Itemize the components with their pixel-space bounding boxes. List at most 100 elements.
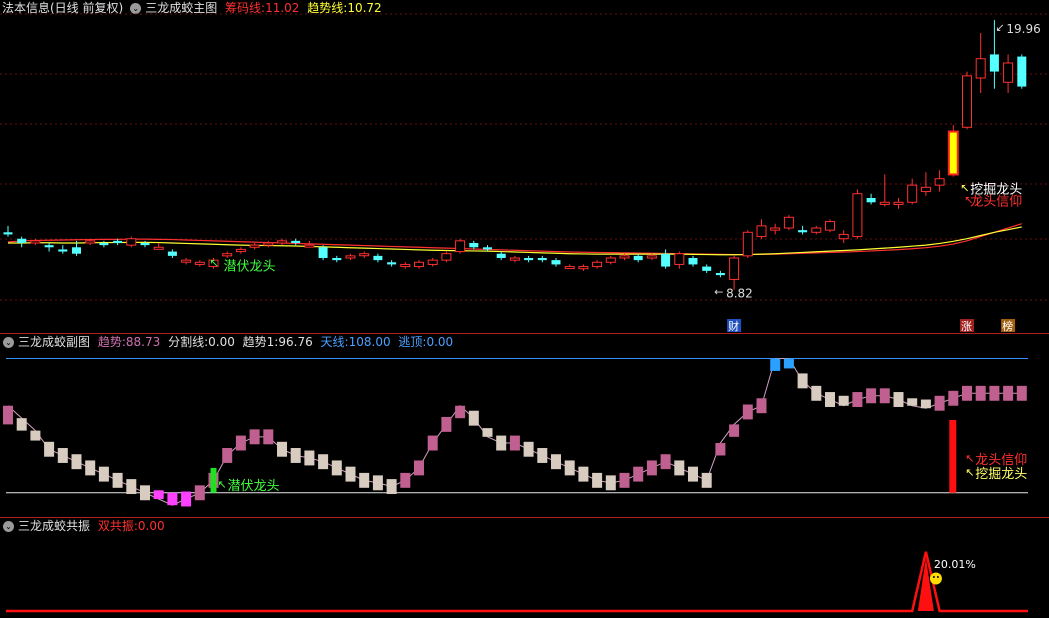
resonance-fill <box>917 557 934 611</box>
trend-bar <box>304 450 315 466</box>
candle-body <box>483 247 492 250</box>
candle-body <box>907 184 918 203</box>
trend-line <box>7 357 1022 506</box>
candle-body <box>304 244 315 248</box>
candle-body <box>194 261 205 265</box>
trend-bar <box>414 460 424 476</box>
candle-body <box>455 240 466 253</box>
candle-body <box>962 75 972 128</box>
candle-body <box>811 227 822 233</box>
sub-header: ⌄ 三龙成蛟副图 趋势:88.73 分割线:0.00 趋势1:96.76 天线:1… <box>0 334 457 350</box>
candle-body <box>646 255 657 259</box>
trend-bar <box>633 466 644 482</box>
candle-body <box>633 255 643 261</box>
sub-divider-label: 分割线: <box>168 335 209 349</box>
trend-bar <box>770 358 781 371</box>
trend-bar <box>427 435 438 451</box>
candle-body <box>879 201 890 205</box>
candle-body <box>496 253 506 258</box>
smiley-eye <box>936 575 939 578</box>
trend-bar <box>852 392 863 407</box>
chevron-down-icon[interactable]: ⌄ <box>3 337 14 348</box>
candle-body <box>798 230 808 233</box>
sub-trend-value: 88.73 <box>125 335 161 349</box>
latent-label: 潜伏龙头 <box>224 260 276 275</box>
candle-body <box>661 253 671 267</box>
trend-bar <box>194 485 205 501</box>
trend-bar <box>318 454 329 470</box>
resonance-line <box>6 551 1028 613</box>
trend-bar <box>496 435 507 451</box>
trend-bar <box>537 448 548 463</box>
candle-body <box>756 225 767 238</box>
trend-bar <box>331 460 342 476</box>
sub-indicator-name[interactable]: 三龙成蛟副图 <box>18 335 90 349</box>
trend-bar <box>57 448 68 463</box>
trend-bar <box>140 485 150 501</box>
trend-bar <box>893 392 904 407</box>
candle-body <box>113 240 123 243</box>
candle-body <box>729 257 740 280</box>
high-label: 19.96 <box>1006 22 1040 36</box>
candle-body <box>222 253 233 257</box>
smiley-eye <box>932 575 935 578</box>
badge-bang: 榜 <box>1002 319 1013 333</box>
trend-bar <box>386 479 397 495</box>
sub-panel: ↖ 潜伏龙头 ↖ 龙头信仰 ↖ 挖掘龙头 ⌄ 三龙成蛟副图 趋势:88.73 分割线:0.0… <box>0 334 1049 517</box>
sub-trend1-label: 趋势1: <box>242 335 279 349</box>
trend-bar <box>975 385 986 401</box>
sub-chart: ↖ 潜伏龙头↖ 龙头信仰↖ 挖掘龙头 <box>3 357 1028 507</box>
candle-body <box>770 227 781 231</box>
candle-body <box>235 248 246 253</box>
candle-body <box>441 253 452 261</box>
trend-bar <box>263 429 274 445</box>
trend-bar <box>619 472 630 488</box>
high-arrow: ↙ <box>995 21 1004 34</box>
signal-bar <box>949 420 957 493</box>
candle-body <box>263 242 274 246</box>
candle-body <box>989 54 999 72</box>
trend-bar <box>962 385 972 401</box>
candle-body <box>947 130 959 176</box>
candle-body <box>742 231 753 257</box>
trend-bar <box>797 373 808 389</box>
candle-body <box>783 216 794 229</box>
trend-bar <box>222 448 233 463</box>
trend-bar <box>277 441 287 457</box>
candle-body <box>72 247 81 254</box>
candle-body <box>852 193 863 238</box>
low-arrow: ← <box>714 286 723 299</box>
sub-antenna-label: 天线: <box>320 335 349 349</box>
trend-bar <box>509 435 520 451</box>
candle-body <box>167 251 177 256</box>
chevron-down-icon[interactable]: ⌄ <box>3 521 14 532</box>
trend-bar <box>71 454 82 470</box>
trend-bar <box>290 448 301 463</box>
trend-bar <box>153 490 164 499</box>
sub-dig-label: 挖掘龙头 <box>975 467 1027 482</box>
trend-bar <box>85 460 96 476</box>
res-panel: 20.01% ⌄ 三龙成蛟共振 双共振:0.00 <box>0 518 1049 618</box>
candle-body <box>866 198 876 203</box>
candle-body <box>277 240 287 244</box>
candle-body <box>126 238 137 246</box>
candle-body <box>44 245 54 248</box>
candle-body <box>934 178 945 186</box>
trend-bar <box>948 390 959 406</box>
candle-body <box>332 258 342 261</box>
res-indicator-name[interactable]: 三龙成蛟共振 <box>18 519 90 533</box>
trend-bar <box>1003 385 1014 401</box>
trend-bar <box>989 385 1000 401</box>
trend-bar <box>564 460 575 476</box>
trend-bar <box>523 441 534 457</box>
trend-bar <box>838 395 849 406</box>
trend-bar <box>742 404 753 420</box>
trend-bar <box>400 472 411 488</box>
candle-body <box>605 257 616 263</box>
sub-antenna-value: 108.00 <box>348 335 391 349</box>
trend-bar <box>167 492 178 506</box>
candle-body <box>509 257 520 261</box>
res-value: 0.00 <box>137 519 165 533</box>
candle-body <box>414 261 424 268</box>
candle-body <box>1017 56 1027 87</box>
